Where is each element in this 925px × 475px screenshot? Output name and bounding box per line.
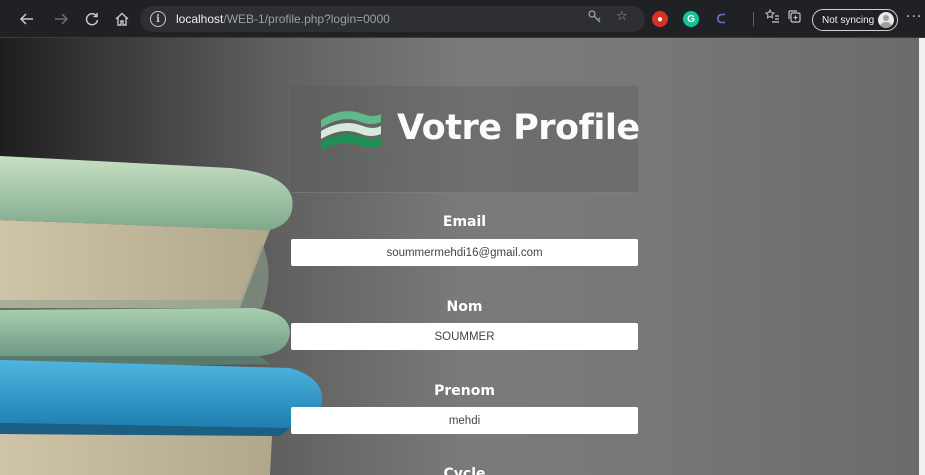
page-title: Votre Profile bbox=[397, 108, 640, 148]
sync-status-label: Not syncing bbox=[822, 14, 875, 26]
cookie-extension-icon[interactable]: ᑕ bbox=[713, 11, 729, 27]
insea-logo bbox=[321, 111, 381, 151]
cycle-label: Cycle bbox=[443, 466, 486, 475]
url-text[interactable]: localhost/WEB-1/profile.php?login=0000 bbox=[176, 12, 390, 26]
prenom-label: Prenom bbox=[434, 383, 495, 399]
page-content: INSEA Votre Profile Email Nom Prenom Cyc… bbox=[0, 38, 925, 475]
url-host: localhost bbox=[176, 12, 224, 26]
more-options-icon[interactable]: ··· bbox=[906, 9, 922, 25]
logo-text: INSEA bbox=[329, 155, 395, 165]
prenom-field[interactable] bbox=[291, 407, 638, 434]
record-extension-icon[interactable]: ● bbox=[652, 11, 668, 27]
forward-arrow-icon[interactable] bbox=[50, 8, 72, 30]
nom-field[interactable] bbox=[291, 323, 638, 350]
key-icon[interactable] bbox=[588, 10, 602, 28]
back-arrow-icon[interactable] bbox=[16, 8, 38, 30]
browser-toolbar: i localhost/WEB-1/profile.php?login=0000… bbox=[0, 0, 925, 38]
toolbar-divider bbox=[753, 12, 754, 26]
profile-avatar-icon bbox=[878, 12, 894, 28]
profile-header: INSEA Votre Profile bbox=[291, 86, 640, 193]
refresh-icon[interactable] bbox=[81, 8, 103, 30]
favorites-icon[interactable] bbox=[764, 8, 780, 28]
sync-status-button[interactable]: Not syncing bbox=[812, 9, 898, 31]
home-icon[interactable] bbox=[111, 8, 133, 30]
email-field[interactable] bbox=[291, 239, 638, 266]
nom-label: Nom bbox=[446, 299, 483, 315]
url-path: /WEB-1/profile.php?login=0000 bbox=[223, 12, 390, 26]
email-label: Email bbox=[442, 214, 487, 230]
scrollbar[interactable] bbox=[919, 38, 925, 475]
address-bar[interactable]: i localhost/WEB-1/profile.php?login=0000… bbox=[140, 6, 645, 32]
site-info-icon[interactable]: i bbox=[150, 11, 166, 27]
collections-icon[interactable] bbox=[787, 9, 802, 28]
favorite-star-icon[interactable]: ☆ bbox=[616, 9, 628, 24]
grammarly-icon[interactable]: G bbox=[683, 11, 699, 27]
